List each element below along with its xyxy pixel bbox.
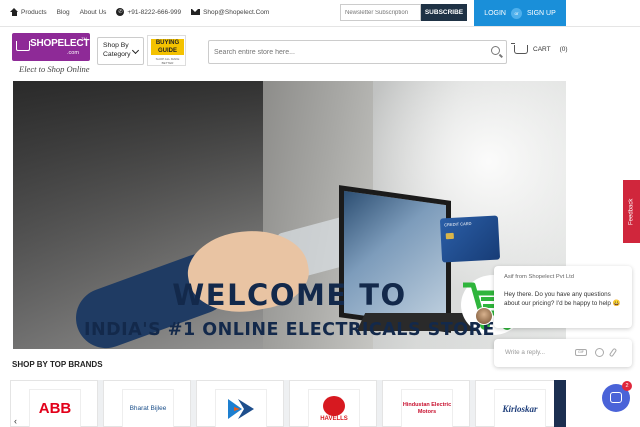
brand-name-bharat-bijlee: Bharat Bijlee <box>129 405 167 412</box>
feedback-tab[interactable]: Feedback <box>623 180 640 243</box>
logo-tm: TM <box>81 36 87 41</box>
cart-label: CART <box>533 46 551 53</box>
cart-icon <box>511 43 528 54</box>
havells-circle-icon <box>323 395 345 416</box>
shopelect-logo[interactable]: SHOPELECT .com TM <box>12 33 90 61</box>
email-address: Shop@Shopelect.Com <box>203 8 270 16</box>
top-bar: Products Blog About Us ✆ +91-8222-666-99… <box>0 0 640 27</box>
subscribe-button[interactable]: SUBSCRIBE <box>421 4 467 21</box>
search-input[interactable] <box>209 41 489 63</box>
unread-badge: 2 <box>622 381 632 391</box>
brand-logo-bharat-bijlee: Bharat Bijlee <box>122 389 174 427</box>
search-box <box>208 40 507 64</box>
email-contact[interactable]: Shop@Shopelect.Com <box>191 9 269 16</box>
nav-about-label: About Us <box>79 8 107 16</box>
buying-guide-badge[interactable]: BUYING GUIDE SHOP ALL MAKE BETTER <box>147 35 186 66</box>
gif-icon[interactable]: GIF <box>575 349 587 356</box>
brand-logo-abb: ABB <box>29 389 81 427</box>
nav-products-label: Products <box>21 8 47 16</box>
nav-products-link[interactable]: Products <box>10 8 47 16</box>
signup-button[interactable]: SIGN UP <box>527 10 556 17</box>
brand-card-abb[interactable]: ABB <box>10 380 98 427</box>
brand-card-havells[interactable]: HAVELLS <box>289 380 377 427</box>
top-nav: Products Blog About Us ✆ +91-8222-666-99… <box>10 8 269 16</box>
brand-name-abb: ABB <box>38 400 72 417</box>
brand-logo-havells: HAVELLS <box>308 389 360 427</box>
brands-carousel: ABB Bharat Bijlee HAVELLS Hindustan Elec… <box>10 380 566 427</box>
buying-guide-title: BUYING GUIDE <box>151 39 184 55</box>
carousel-next-strip[interactable] <box>554 380 566 427</box>
buying-guide-line1: BUYING <box>155 40 180 46</box>
brand-card-kirloskar[interactable]: Kirloskar <box>475 380 563 427</box>
chat-message-text: Hey there. Do you have any questions abo… <box>504 291 621 307</box>
chat-sender: Asif from Shopelect Pvt Ltd <box>504 274 574 280</box>
brand-logo-3 <box>215 389 267 427</box>
home-icon <box>10 8 18 16</box>
cart-count: (0) <box>559 46 568 53</box>
cart-link[interactable]: CART (0) <box>511 43 568 54</box>
agent-avatar <box>475 307 493 325</box>
auth-bar: LOGIN or SIGN UP <box>474 0 566 26</box>
credit-card-text: CREDIT CARD <box>444 220 472 228</box>
shop-by-category-dropdown[interactable]: Shop By Category <box>97 37 144 65</box>
card-chip-icon <box>445 232 454 240</box>
chat-reply-box[interactable]: Write a reply... GIF <box>494 339 632 367</box>
phone-icon: ✆ <box>116 8 125 16</box>
brand-logo-hindustan: Hindustan Electric Motors <box>401 389 453 427</box>
chat-reply-placeholder: Write a reply... <box>505 349 546 356</box>
credit-card-image: CREDIT CARD <box>439 215 501 263</box>
newsletter-input[interactable] <box>340 4 421 21</box>
carousel-prev-arrow-icon[interactable]: ‹ <box>14 416 17 426</box>
nav-blog-label: Blog <box>56 8 70 16</box>
attachment-icon[interactable] <box>608 347 618 358</box>
brand-name-kirloskar: Kirloskar <box>502 403 538 414</box>
search-icon[interactable] <box>491 46 500 55</box>
buying-guide-line2: GUIDE <box>157 48 177 54</box>
brands-section-title: SHOP BY TOP BRANDS <box>12 360 103 369</box>
havells-mark: HAVELLS <box>314 394 354 424</box>
brand-chevron-logo-icon <box>228 398 254 419</box>
brand-name-havells: HAVELLS <box>320 415 348 422</box>
phone-number: +91-8222-666-999 <box>127 8 182 16</box>
nav-about-link[interactable]: About Us <box>80 9 107 16</box>
logo-tld: .com <box>67 50 79 56</box>
mail-icon <box>191 9 201 15</box>
buying-guide-sub: SHOP ALL MAKE BETTER <box>155 57 180 65</box>
tagline: Elect to Shop Online <box>19 64 90 74</box>
brand-logo-kirloskar: Kirloskar <box>494 389 546 427</box>
logo-cart-icon <box>16 41 30 51</box>
emoji-icon[interactable] <box>595 348 604 357</box>
phone-contact[interactable]: ✆ +91-8222-666-999 <box>116 8 181 16</box>
or-separator: or <box>511 7 522 19</box>
brand-name-hindustan: Hindustan Electric Motors <box>402 401 452 415</box>
nav-blog-link[interactable]: Blog <box>57 9 70 16</box>
chat-launcher-button[interactable]: 2 <box>602 381 632 412</box>
login-button[interactable]: LOGIN <box>484 10 506 17</box>
brand-card-hindustan[interactable]: Hindustan Electric Motors <box>382 380 470 427</box>
chat-message-card[interactable]: Asif from Shopelect Pvt Ltd Hey there. D… <box>494 266 632 328</box>
brand-card-bharat-bijlee[interactable]: Bharat Bijlee <box>103 380 191 427</box>
brand-card-3[interactable] <box>196 380 284 427</box>
chat-bubble-icon <box>610 392 622 403</box>
